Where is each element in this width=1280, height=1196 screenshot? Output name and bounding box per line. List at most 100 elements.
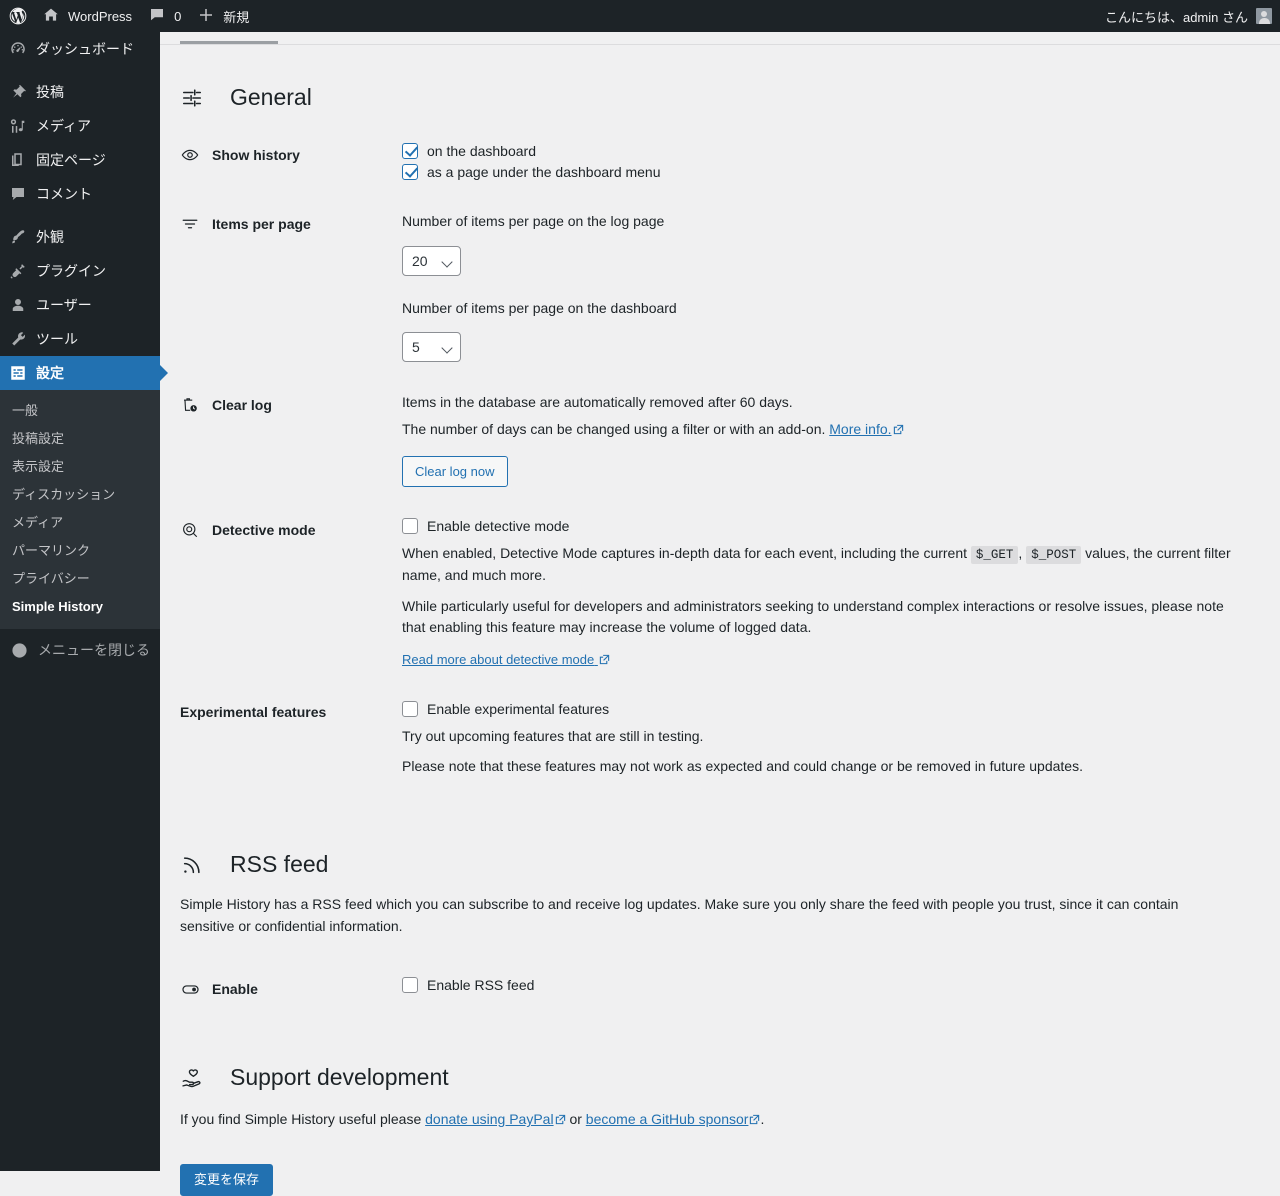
submenu-item-simple-history[interactable]: Simple History: [0, 593, 160, 621]
checkbox-label: as a page under the dashboard menu: [427, 163, 661, 180]
checkbox-label: Enable experimental features: [427, 700, 610, 717]
dashboard-icon: [8, 39, 28, 59]
plus-icon: [197, 6, 217, 26]
checkbox-show-on-dashboard[interactable]: on the dashboard: [402, 142, 1250, 160]
row-clear-log: Clear log Items in the database are auto…: [180, 377, 1260, 501]
submenu-item-permalinks[interactable]: パーマリンク: [0, 537, 160, 565]
page-icon: [8, 150, 28, 170]
submenu-item-reading[interactable]: 表示設定: [0, 453, 160, 481]
checkbox-enable-rss-feed[interactable]: Enable RSS feed: [402, 976, 1250, 994]
submenu-item-privacy[interactable]: プライバシー: [0, 565, 160, 593]
external-link-icon: [749, 1114, 760, 1125]
checkbox-enable-detective-mode[interactable]: Enable detective mode: [402, 517, 1250, 535]
log-page-count-select[interactable]: 20: [402, 245, 461, 276]
wordpress-logo-button[interactable]: [0, 0, 34, 32]
github-sponsor-link[interactable]: become a GitHub sponsor: [586, 1111, 761, 1127]
experimental-paragraph-1: Try out upcoming features that are still…: [402, 727, 704, 744]
sidebar-item-label: プラグイン: [36, 263, 106, 279]
more-info-link[interactable]: More info.: [829, 421, 903, 437]
clear-log-line2-text: The number of days can be changed using …: [402, 420, 826, 437]
show-history-label: Show history: [212, 146, 300, 163]
collapse-menu-label: メニューを閉じる: [38, 642, 150, 658]
row-show-history: Show history on the dashboard as a page …: [180, 127, 1260, 196]
row-detective-mode: Detective mode Enable detective mode Whe…: [180, 502, 1260, 685]
checkbox-box[interactable]: [402, 700, 418, 717]
checkbox-box[interactable]: [402, 142, 418, 159]
site-name-menu[interactable]: WordPress: [34, 0, 140, 32]
experimental-controls: Enable experimental features Try out upc…: [402, 685, 1260, 798]
checkbox-box[interactable]: [402, 977, 418, 994]
active-tab-indicator: [180, 41, 278, 44]
code-post: $_POST: [1026, 545, 1082, 564]
checkbox-enable-experimental-features[interactable]: Enable experimental features: [402, 700, 1250, 718]
new-content-label: 新規: [223, 9, 250, 25]
support-text-before: If you find Simple History useful please: [180, 1111, 422, 1128]
submenu-item-general[interactable]: 一般: [0, 397, 160, 425]
submenu-item-media[interactable]: メディア: [0, 509, 160, 537]
checkbox-label: on the dashboard: [427, 142, 536, 159]
sidebar-item-pages[interactable]: 固定ページ: [0, 143, 160, 177]
support-text-after: .: [760, 1111, 765, 1128]
external-link-icon: [599, 654, 610, 665]
sidebar-item-posts[interactable]: 投稿: [0, 75, 160, 109]
submenu-item-writing[interactable]: 投稿設定: [0, 425, 160, 453]
sidebar-item-plugins[interactable]: プラグイン: [0, 254, 160, 288]
clear-log-label: Clear log: [212, 397, 272, 414]
sidebar-item-appearance[interactable]: 外観: [0, 220, 160, 254]
code-comma: ,: [1018, 544, 1023, 561]
log-page-count-select-wrap: 20: [402, 245, 461, 276]
settings-wrap: General Show history on the dashboard as…: [160, 83, 1280, 1196]
detective-mode-paragraph-1: When enabled, Detective Mode captures in…: [402, 543, 1250, 587]
media-icon: [8, 116, 28, 136]
save-row: 変更を保存: [180, 1163, 1260, 1196]
paypal-donate-link[interactable]: donate using PayPal: [425, 1111, 565, 1127]
row-experimental-features: Experimental features Enable experimenta…: [180, 685, 1260, 798]
general-section-header: General: [180, 83, 1260, 113]
sidebar-item-tools[interactable]: ツール: [0, 322, 160, 356]
sidebar-item-dashboard[interactable]: ダッシュボード: [0, 32, 160, 66]
external-link-icon: [893, 424, 904, 435]
experimental-paragraph-2: Please note that these features may not …: [402, 758, 1083, 775]
sidebar-item-media[interactable]: メディア: [0, 109, 160, 143]
my-account-menu[interactable]: こんにちは、admin さん: [1105, 7, 1280, 26]
sidebar-item-settings[interactable]: 設定: [0, 356, 168, 390]
new-content-menu[interactable]: 新規: [189, 0, 257, 32]
detective-mode-label: Detective mode: [212, 521, 316, 538]
clear-log-now-button[interactable]: Clear log now: [402, 455, 508, 487]
sidebar-item-label: 設定: [36, 365, 64, 381]
checkbox-box[interactable]: [402, 163, 418, 180]
detective-target-icon: [180, 520, 200, 540]
rss-enable-controls: Enable RSS feed: [402, 961, 1260, 1017]
row-items-per-page: Items per page Number of items per page …: [180, 196, 1260, 377]
checkbox-show-as-page[interactable]: as a page under the dashboard menu: [402, 163, 1250, 181]
main-content: General Show history on the dashboard as…: [160, 32, 1280, 1196]
rss-icon: [180, 853, 204, 877]
comments-menu[interactable]: 0: [140, 0, 189, 32]
submenu-item-discussion[interactable]: ディスカッション: [0, 481, 160, 509]
tools-wrench-icon: [8, 329, 28, 349]
detective-para1a: When enabled, Detective Mode captures in…: [402, 544, 968, 561]
experimental-label-cell: Experimental features: [180, 685, 402, 798]
sidebar-item-label: 投稿: [36, 84, 64, 100]
support-section-header: Support development: [180, 1063, 1260, 1093]
log-page-count-label: Number of items per page on the log page: [402, 212, 665, 229]
detective-mode-label-cell: Detective mode: [180, 502, 402, 685]
sidebar-item-users[interactable]: ユーザー: [0, 288, 160, 322]
clear-log-label-cell: Clear log: [180, 377, 402, 501]
save-changes-button[interactable]: 変更を保存: [180, 1163, 274, 1196]
sidebar-item-comments[interactable]: コメント: [0, 177, 160, 211]
sidebar-separator: [0, 211, 160, 220]
checkbox-label: Enable detective mode: [427, 517, 570, 534]
read-more-detective-mode-link[interactable]: Read more about detective mode: [402, 650, 610, 670]
row-rss-enable: Enable Enable RSS feed: [180, 961, 1260, 1017]
sidebar-item-label: 外観: [36, 229, 64, 245]
items-per-page-label: Items per page: [212, 215, 311, 232]
items-per-page-label-cell: Items per page: [180, 196, 402, 377]
dashboard-count-select[interactable]: 5: [402, 332, 461, 363]
support-text-middle: or: [569, 1111, 582, 1128]
general-settings-table: Show history on the dashboard as a page …: [180, 127, 1260, 798]
collapse-menu-button[interactable]: メニューを閉じる: [0, 633, 160, 667]
trash-clock-icon: [180, 395, 200, 415]
settings-sliders-icon: [8, 363, 28, 383]
checkbox-box[interactable]: [402, 517, 418, 534]
